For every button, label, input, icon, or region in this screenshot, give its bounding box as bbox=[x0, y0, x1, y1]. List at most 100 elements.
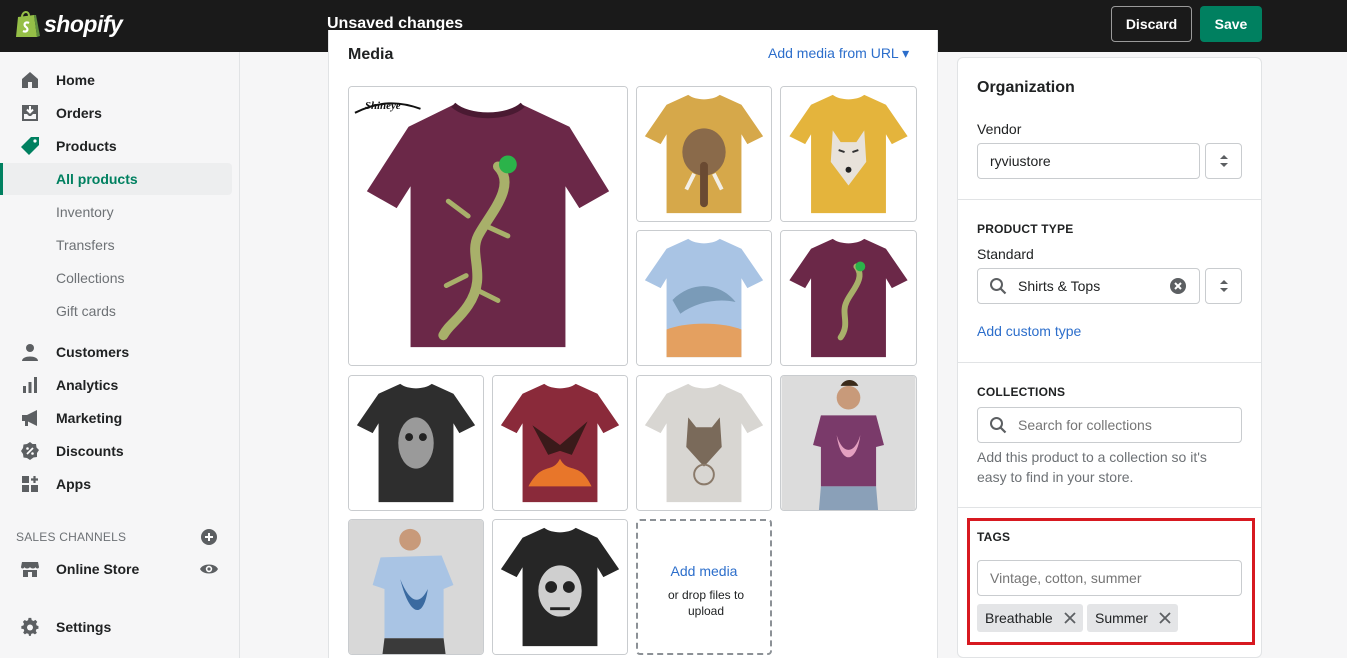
media-title: Media bbox=[348, 46, 394, 63]
sidebar-item-transfers[interactable]: Transfers bbox=[0, 229, 232, 261]
tag-chip: Summer bbox=[1087, 604, 1178, 632]
product-type-dropdown-stepper[interactable] bbox=[1205, 268, 1242, 304]
sidebar-item-label: Apps bbox=[56, 476, 91, 492]
sales-channels-heading: SALES CHANNELS bbox=[16, 530, 127, 544]
product-image-wolf[interactable] bbox=[780, 86, 917, 222]
product-image-wolf-dreamcatcher[interactable] bbox=[636, 375, 772, 511]
orders-icon bbox=[22, 105, 38, 121]
add-sales-channel-icon[interactable] bbox=[200, 528, 218, 546]
apps-icon bbox=[22, 476, 38, 492]
tags-caption: TAGS bbox=[977, 530, 1011, 544]
model-purple-shirt-image bbox=[781, 376, 916, 510]
sidebar-item-products[interactable]: Products bbox=[0, 130, 232, 162]
sidebar-item-label: Inventory bbox=[56, 204, 114, 220]
eye-icon[interactable] bbox=[199, 559, 219, 579]
sidebar: Home Orders Products All products Invent… bbox=[0, 52, 240, 658]
add-media-link[interactable]: Add media bbox=[638, 563, 770, 579]
product-image-dragon[interactable] bbox=[492, 375, 628, 511]
sidebar-item-label: Products bbox=[56, 138, 117, 154]
sidebar-item-label: Home bbox=[56, 72, 95, 88]
organization-title: Organization bbox=[977, 79, 1075, 96]
product-image-model-purple[interactable] bbox=[780, 375, 917, 511]
divider bbox=[957, 199, 1262, 200]
sidebar-item-label: Analytics bbox=[56, 377, 119, 393]
save-button[interactable]: Save bbox=[1200, 6, 1262, 42]
product-image-skull-grey[interactable] bbox=[348, 375, 484, 511]
product-image-elephant[interactable] bbox=[636, 86, 772, 222]
shopify-logo[interactable]: shopify bbox=[14, 9, 123, 39]
sidebar-item-orders[interactable]: Orders bbox=[0, 97, 232, 129]
collections-help-text: Add this product to a collection so it's… bbox=[977, 449, 1207, 485]
sidebar-item-label: Discounts bbox=[56, 443, 124, 459]
active-indicator bbox=[0, 163, 3, 195]
tag-icon bbox=[21, 137, 39, 155]
product-image-skull-black[interactable] bbox=[492, 519, 628, 655]
sidebar-item-apps[interactable]: Apps bbox=[0, 468, 232, 500]
shopify-bag-icon bbox=[16, 11, 40, 37]
bar-chart-icon bbox=[23, 377, 37, 393]
product-image-model-blue[interactable] bbox=[348, 519, 484, 655]
sidebar-item-collections[interactable]: Collections bbox=[0, 262, 232, 294]
person-icon bbox=[22, 344, 38, 361]
sidebar-item-label: Marketing bbox=[56, 410, 123, 426]
sidebar-item-settings[interactable]: Settings bbox=[0, 611, 232, 643]
search-icon bbox=[990, 417, 1007, 434]
divider bbox=[957, 362, 1262, 363]
discount-icon bbox=[21, 442, 39, 460]
sidebar-item-online-store[interactable]: Online Store bbox=[0, 553, 232, 585]
search-icon bbox=[990, 278, 1007, 295]
product-type-caption: PRODUCT TYPE bbox=[977, 222, 1074, 236]
model-blue-shirt-image bbox=[349, 520, 483, 654]
sidebar-item-home[interactable]: Home bbox=[0, 64, 232, 96]
select-arrows-icon bbox=[1220, 280, 1228, 292]
product-image-main[interactable]: Shineye bbox=[348, 86, 628, 366]
remove-tag-icon[interactable] bbox=[1158, 611, 1172, 625]
tag-label: Summer bbox=[1095, 610, 1148, 626]
tshirt-dolphin-image bbox=[637, 231, 771, 365]
select-arrows-icon bbox=[1220, 155, 1228, 167]
discard-button[interactable]: Discard bbox=[1111, 6, 1192, 42]
media-dropzone[interactable]: Add media or drop files to upload bbox=[636, 519, 772, 655]
add-media-from-url-link[interactable]: Add media from URL ▾ bbox=[768, 45, 909, 62]
vendor-label: Vendor bbox=[977, 121, 1022, 137]
vendor-dropdown-stepper[interactable] bbox=[1205, 143, 1242, 179]
tshirt-gecko-small-image bbox=[781, 231, 916, 365]
product-type-field[interactable] bbox=[977, 268, 1200, 304]
sidebar-item-label: Orders bbox=[56, 105, 102, 121]
sidebar-item-label: Gift cards bbox=[56, 303, 116, 319]
sidebar-item-label: Online Store bbox=[56, 561, 140, 577]
remove-tag-icon[interactable] bbox=[1063, 611, 1077, 625]
divider bbox=[957, 507, 1262, 508]
product-type-standard-label: Standard bbox=[977, 246, 1034, 262]
sidebar-item-label: Customers bbox=[56, 344, 130, 360]
tag-chip: Breathable bbox=[977, 604, 1083, 632]
sidebar-item-all-products[interactable]: All products bbox=[0, 163, 232, 195]
sidebar-item-label: Settings bbox=[56, 619, 112, 635]
sidebar-item-label: All products bbox=[56, 171, 138, 187]
collections-search-input[interactable] bbox=[977, 407, 1242, 443]
product-image-dolphin[interactable] bbox=[636, 230, 772, 366]
tshirt-wolf-dreamcatcher-image bbox=[637, 376, 771, 510]
clear-circle-icon[interactable] bbox=[1169, 277, 1187, 295]
sidebar-item-marketing[interactable]: Marketing bbox=[0, 402, 232, 434]
product-image-gecko-small[interactable] bbox=[780, 230, 917, 366]
add-custom-type-link[interactable]: Add custom type bbox=[977, 323, 1081, 339]
home-icon bbox=[22, 72, 38, 88]
sidebar-item-customers[interactable]: Customers bbox=[0, 336, 232, 368]
sidebar-item-inventory[interactable]: Inventory bbox=[0, 196, 232, 228]
megaphone-icon bbox=[22, 410, 37, 426]
sidebar-item-gift-cards[interactable]: Gift cards bbox=[0, 295, 232, 327]
store-icon bbox=[21, 562, 39, 577]
vendor-field[interactable] bbox=[977, 143, 1200, 179]
tshirt-skull-black-image bbox=[493, 520, 627, 654]
sidebar-item-discounts[interactable]: Discounts bbox=[0, 435, 232, 467]
brand-wordmark: shopify bbox=[44, 10, 123, 37]
tshirt-wolf-image bbox=[781, 87, 916, 221]
dropzone-hint: or drop files to upload bbox=[667, 588, 745, 618]
tags-input[interactable] bbox=[977, 560, 1242, 596]
tshirt-gecko-image: Shineye bbox=[349, 87, 627, 365]
tag-label: Breathable bbox=[985, 610, 1053, 626]
sidebar-item-label: Transfers bbox=[56, 237, 115, 253]
gear-icon bbox=[21, 617, 39, 636]
sidebar-item-analytics[interactable]: Analytics bbox=[0, 369, 232, 401]
